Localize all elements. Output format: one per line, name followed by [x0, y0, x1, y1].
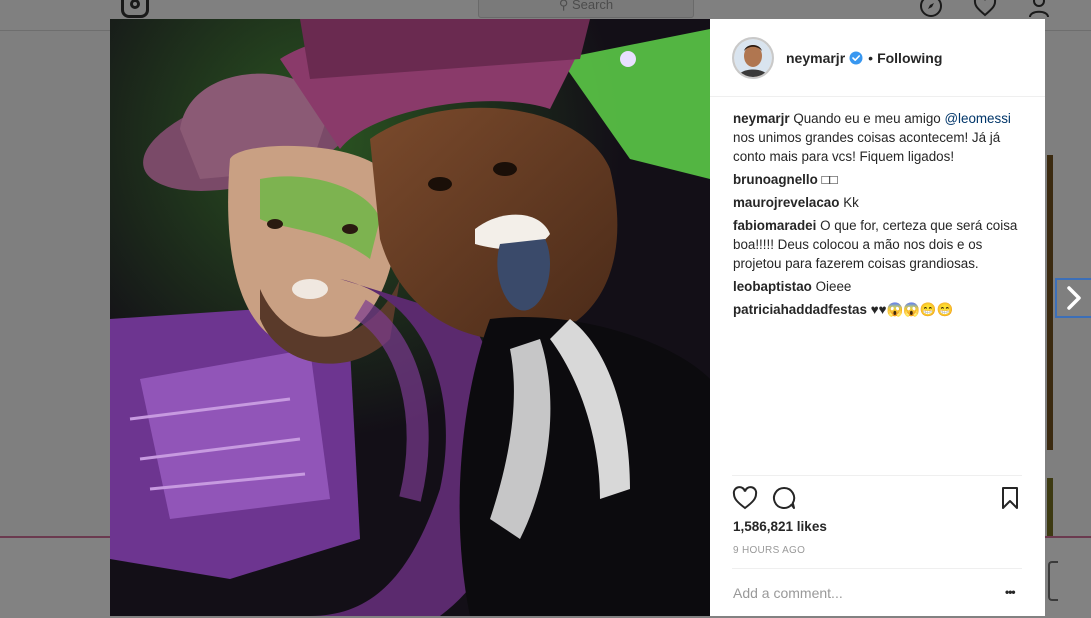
- comment-username[interactable]: leobaptistao: [733, 279, 812, 294]
- caption-text-before: Quando eu e meu amigo: [793, 111, 945, 126]
- verified-badge-icon: [849, 51, 863, 64]
- comment-input[interactable]: [733, 582, 993, 604]
- selfie-photo-image: [110, 19, 710, 616]
- caption: neymarjr Quando eu e meu amigo @leomessi…: [733, 109, 1023, 166]
- chevron-right-icon: [1067, 286, 1081, 310]
- list-item: brunoagnello □□: [733, 170, 1023, 189]
- bookmark-icon[interactable]: [1000, 486, 1020, 510]
- comment-username[interactable]: maurojrevelacao: [733, 195, 839, 210]
- profile-icon[interactable]: [1027, 0, 1051, 18]
- comments-list: neymarjr Quando eu e meu amigo @leomessi…: [733, 109, 1023, 323]
- avatar[interactable]: [732, 36, 774, 79]
- comment-username[interactable]: fabiomaradei: [733, 218, 816, 233]
- next-post-button[interactable]: [1055, 278, 1091, 318]
- compass-icon[interactable]: [919, 0, 943, 18]
- list-item: leobaptistao Oieee: [733, 277, 1023, 296]
- background-post-thumbnail: [1047, 478, 1053, 538]
- heart-icon[interactable]: [973, 0, 997, 18]
- background-post-thumbnail: [1047, 155, 1053, 450]
- follow-status-button[interactable]: Following: [877, 50, 942, 66]
- search-placeholder: Search: [571, 0, 614, 12]
- comment-text: Kk: [843, 195, 859, 210]
- list-item: fabiomaradei O que for, certeza que será…: [733, 216, 1023, 273]
- separator-dot: •: [868, 49, 874, 66]
- caption-text-after: nos unimos grandes coisas acontecem! Já …: [733, 130, 1001, 164]
- post-photo[interactable]: [110, 19, 710, 616]
- post-author-username[interactable]: neymarjr: [786, 50, 845, 66]
- avatar-image: [734, 38, 772, 77]
- background-button: [1048, 561, 1058, 601]
- list-item: maurojrevelacao Kk: [733, 193, 1023, 212]
- like-heart-icon[interactable]: [732, 486, 758, 510]
- likes-count[interactable]: 1,586,821 likes: [733, 519, 827, 534]
- search-box[interactable]: ⚲ Search: [478, 0, 694, 18]
- comment-text: ♥♥😱😱😁😁: [870, 302, 954, 317]
- search-icon: ⚲: [558, 0, 569, 12]
- divider: [732, 568, 1022, 569]
- divider: [732, 475, 1022, 476]
- caption-mention-link[interactable]: @leomessi: [944, 111, 1010, 126]
- action-bar: [732, 486, 1022, 512]
- comment-text: □□: [821, 172, 838, 187]
- caption-username[interactable]: neymarjr: [733, 111, 790, 126]
- more-options-icon[interactable]: •••: [1005, 585, 1016, 599]
- post-timestamp[interactable]: 9 HOURS AGO: [733, 545, 805, 556]
- post-details-panel: neymarjr • Following neymarjr Quando eu …: [710, 19, 1045, 616]
- list-item: patriciahaddadfestas ♥♥😱😱😁😁: [733, 300, 1023, 319]
- comment-text: Oieee: [815, 279, 852, 294]
- post-header: neymarjr • Following: [710, 19, 1045, 97]
- comment-username[interactable]: patriciahaddadfestas: [733, 302, 867, 317]
- comment-icon[interactable]: [772, 486, 796, 510]
- comment-username[interactable]: brunoagnello: [733, 172, 818, 187]
- instagram-logo-icon[interactable]: [121, 0, 149, 18]
